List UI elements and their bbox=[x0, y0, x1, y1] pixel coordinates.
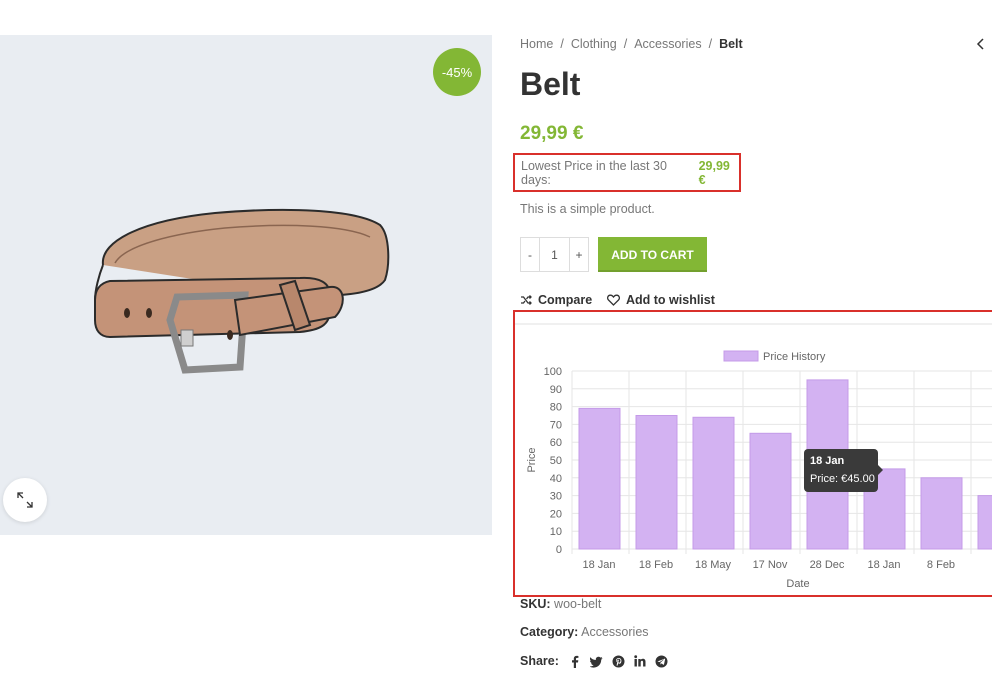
facebook-icon[interactable] bbox=[569, 655, 581, 668]
wishlist-link[interactable]: Add to wishlist bbox=[607, 293, 715, 307]
x-axis-title: Date bbox=[786, 578, 809, 590]
compare-link[interactable]: Compare bbox=[520, 293, 592, 307]
telegram-icon[interactable] bbox=[655, 655, 668, 668]
chart-bar bbox=[920, 477, 963, 550]
chart-bar bbox=[749, 432, 792, 550]
twitter-icon[interactable] bbox=[589, 655, 603, 668]
legend-swatch bbox=[723, 350, 759, 362]
shuffle-icon bbox=[521, 295, 532, 305]
product-title: Belt bbox=[520, 66, 581, 102]
y-tick-label: 30 bbox=[550, 491, 562, 503]
chevron-left-icon[interactable] bbox=[975, 37, 987, 51]
quantity-input[interactable]: 1 bbox=[540, 237, 569, 272]
quantity-stepper: - 1 + bbox=[520, 237, 589, 272]
expand-icon bbox=[17, 492, 33, 508]
y-tick-label: 50 bbox=[550, 455, 562, 467]
chart-tooltip-body: Price: €45.00 bbox=[810, 473, 875, 485]
breadcrumb-home[interactable]: Home bbox=[520, 37, 553, 51]
wishlist-label: Add to wishlist bbox=[626, 293, 715, 307]
lowest-price-label: Lowest Price in the last 30 days: bbox=[521, 158, 667, 187]
enlarge-image-button[interactable] bbox=[3, 478, 47, 522]
y-tick-label: 80 bbox=[550, 402, 562, 414]
x-tick-label: 17 Nov bbox=[753, 559, 788, 571]
breadcrumb-current: Belt bbox=[719, 37, 743, 51]
share-row: Share: bbox=[520, 654, 668, 668]
chart-canvas: Price History 0 10 20 30 40 50 60 70 80 90 100 18 Ja… bbox=[515, 323, 992, 590]
sku-row: SKU: woo-belt bbox=[520, 597, 601, 611]
breadcrumb: Home / Clothing / Accessories / Belt bbox=[520, 37, 743, 51]
y-tick-label: 60 bbox=[550, 437, 562, 449]
category-row: Category: Accessories bbox=[520, 625, 649, 639]
category-label: Category: bbox=[520, 625, 579, 639]
category-link[interactable]: Accessories bbox=[581, 625, 648, 639]
legend-label: Price History bbox=[763, 351, 826, 363]
linkedin-icon[interactable] bbox=[634, 654, 646, 667]
sku-value: woo-belt bbox=[554, 597, 602, 611]
lowest-price-value: 29,99 € bbox=[698, 158, 730, 187]
product-price: 29,99 € bbox=[520, 123, 584, 144]
heart-icon bbox=[607, 294, 620, 306]
chart-bar bbox=[635, 415, 678, 550]
x-tick-label: 8 Feb bbox=[927, 559, 955, 571]
y-tick-label: 0 bbox=[556, 544, 562, 556]
breadcrumb-clothing[interactable]: Clothing bbox=[571, 37, 617, 51]
y-tick-label: 100 bbox=[544, 366, 562, 378]
lowest-price-notice: Lowest Price in the last 30 days: 29,99 … bbox=[513, 153, 741, 192]
product-image[interactable] bbox=[85, 195, 395, 375]
chart-tooltip-title: 18 Jan bbox=[810, 455, 845, 467]
y-axis-title: Price bbox=[526, 447, 538, 472]
x-tick-label: 18 May bbox=[695, 559, 732, 571]
chart-bar bbox=[578, 407, 621, 550]
share-label: Share: bbox=[520, 654, 559, 668]
product-description: This is a simple product. bbox=[520, 202, 655, 216]
y-tick-label: 90 bbox=[550, 384, 562, 396]
sku-label: SKU: bbox=[520, 597, 551, 611]
price-history-chart: Price History 0 10 20 30 40 50 60 70 80 90 100 18 Ja… bbox=[513, 310, 992, 597]
add-to-cart-button[interactable]: ADD TO CART bbox=[598, 237, 707, 272]
x-tick-label: 28 Dec bbox=[810, 559, 845, 571]
x-tick-label: 18 Feb bbox=[639, 559, 673, 571]
chart-bar bbox=[977, 495, 992, 550]
y-tick-label: 20 bbox=[550, 508, 562, 520]
y-tick-label: 70 bbox=[550, 419, 562, 431]
pinterest-icon[interactable] bbox=[612, 655, 625, 668]
chart-bar bbox=[692, 416, 735, 550]
x-tick-label: 18 Jan bbox=[867, 559, 900, 571]
y-tick-label: 40 bbox=[550, 473, 562, 485]
quantity-decrease-button[interactable]: - bbox=[520, 237, 540, 272]
compare-label: Compare bbox=[538, 293, 593, 307]
quantity-increase-button[interactable]: + bbox=[569, 237, 589, 272]
discount-badge: -45% bbox=[433, 48, 481, 96]
breadcrumb-accessories[interactable]: Accessories bbox=[634, 37, 701, 51]
y-tick-label: 10 bbox=[550, 526, 562, 538]
x-tick-label: 18 Jan bbox=[582, 559, 615, 571]
